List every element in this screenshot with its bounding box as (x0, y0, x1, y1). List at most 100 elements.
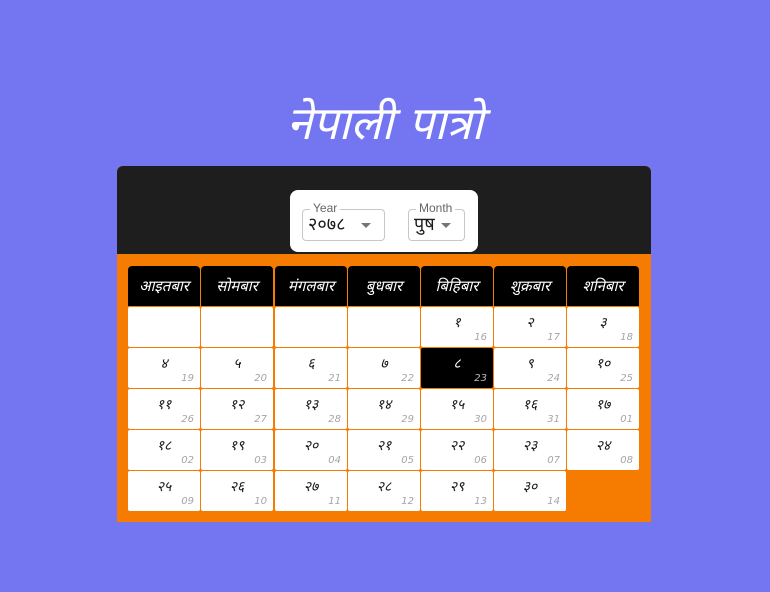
nepali-date: २४ (595, 438, 611, 454)
day-cell[interactable]: २४ 08 (567, 430, 639, 470)
day-cell[interactable]: १ 16 (421, 307, 493, 347)
english-date: 23 (474, 373, 487, 384)
nepali-date: ३ (599, 315, 607, 331)
day-cell[interactable]: १६ 31 (494, 389, 566, 429)
weekday-header: शुक्रबार (494, 266, 566, 306)
day-cell[interactable]: १८ 02 (128, 430, 200, 470)
english-date: 29 (401, 414, 414, 425)
day-cell[interactable]: २८ 12 (348, 471, 420, 511)
nepali-date: २५ (156, 479, 172, 495)
nepali-date: ११ (156, 397, 172, 413)
nepali-date: १ (453, 315, 461, 331)
day-cell[interactable]: २५ 09 (128, 471, 200, 511)
english-date: 20 (254, 373, 267, 384)
date-selector: Year २०७८ Month पुष (290, 190, 478, 252)
day-cell[interactable]: ९ 24 (494, 348, 566, 388)
english-date: 02 (181, 455, 194, 466)
day-cell[interactable]: ३० 14 (494, 471, 566, 511)
day-cell[interactable]: २ 17 (494, 307, 566, 347)
day-cell[interactable]: १५ 30 (421, 389, 493, 429)
nepali-date: १० (595, 356, 611, 372)
weekday-header: बिहिबार (421, 266, 493, 306)
day-cell[interactable]: १९ 03 (201, 430, 273, 470)
day-cell[interactable]: २२ 06 (421, 430, 493, 470)
empty-day-cell (348, 307, 420, 347)
english-date: 28 (328, 414, 341, 425)
weekday-header: मंगलबार (275, 266, 347, 306)
empty-day-cell (275, 307, 347, 347)
english-date: 05 (401, 455, 414, 466)
day-cell[interactable]: १२ 27 (201, 389, 273, 429)
english-date: 14 (547, 496, 560, 507)
nepali-date: १५ (449, 397, 465, 413)
month-select[interactable]: Month पुष (408, 201, 465, 241)
nepali-date: ४ (160, 356, 168, 372)
english-date: 04 (328, 455, 341, 466)
nepali-date: ६ (307, 356, 315, 372)
english-date: 30 (474, 414, 487, 425)
day-cell[interactable]: ३ 18 (567, 307, 639, 347)
english-date: 16 (474, 332, 487, 343)
chevron-down-icon (361, 223, 371, 228)
nepali-date: २९ (449, 479, 465, 495)
weekday-header: शनिबार (567, 266, 639, 306)
empty-day-cell (201, 307, 273, 347)
day-cell[interactable]: १७ 01 (567, 389, 639, 429)
nepali-date: १८ (156, 438, 172, 454)
day-cell[interactable]: ६ 21 (275, 348, 347, 388)
english-date: 01 (620, 414, 633, 425)
nepali-date: १९ (229, 438, 245, 454)
english-date: 19 (181, 373, 194, 384)
month-select-label: Month (416, 201, 456, 215)
weekday-header: सोमबार (201, 266, 273, 306)
day-cell[interactable]: २० 04 (275, 430, 347, 470)
day-cell[interactable]: २७ 11 (275, 471, 347, 511)
nepali-date: ५ (233, 356, 241, 372)
english-date: 31 (547, 414, 560, 425)
day-cell[interactable]: १३ 28 (275, 389, 347, 429)
nepali-date: २० (303, 438, 319, 454)
calendar-panel: Year २०७८ Month पुष आइतबार सोमबार मंगलबार ब… (117, 166, 651, 522)
page-title: नेपाली पात्रो (286, 96, 484, 150)
nepali-date: २७ (303, 479, 319, 495)
nepali-date: ८ (453, 356, 461, 372)
nepali-date: १३ (303, 397, 319, 413)
day-cell[interactable]: १० 25 (567, 348, 639, 388)
day-cell[interactable]: ४ 19 (128, 348, 200, 388)
month-select-value: पुष (414, 214, 435, 235)
nepali-date: १२ (229, 397, 245, 413)
english-date: 10 (254, 496, 267, 507)
day-cell[interactable]: ११ 26 (128, 389, 200, 429)
day-cell[interactable]: ७ 22 (348, 348, 420, 388)
day-cell[interactable]: २३ 07 (494, 430, 566, 470)
weekday-header: बुधबार (348, 266, 420, 306)
day-cell-today[interactable]: ८ 23 (421, 348, 493, 388)
empty-day-cell (128, 307, 200, 347)
english-date: 08 (620, 455, 633, 466)
day-cell[interactable]: १४ 29 (348, 389, 420, 429)
day-cell[interactable]: ५ 20 (201, 348, 273, 388)
english-date: 07 (547, 455, 560, 466)
day-cell[interactable]: २९ 13 (421, 471, 493, 511)
day-cell[interactable]: २६ 10 (201, 471, 273, 511)
nepali-date: १४ (376, 397, 392, 413)
year-select[interactable]: Year २०७८ (302, 201, 385, 241)
english-date: 17 (547, 332, 560, 343)
nepali-date: २८ (376, 479, 392, 495)
english-date: 27 (254, 414, 267, 425)
english-date: 12 (401, 496, 414, 507)
chevron-down-icon (441, 223, 451, 228)
english-date: 25 (620, 373, 633, 384)
english-date: 26 (181, 414, 194, 425)
english-date: 03 (254, 455, 267, 466)
year-select-label: Year (310, 201, 341, 215)
nepali-date: १७ (595, 397, 611, 413)
weekday-header: आइतबार (128, 266, 200, 306)
english-date: 09 (181, 496, 194, 507)
nepali-date: २६ (229, 479, 245, 495)
english-date: 24 (547, 373, 560, 384)
year-select-value: २०७८ (308, 214, 346, 235)
day-cell[interactable]: २१ 05 (348, 430, 420, 470)
nepali-date: २१ (376, 438, 392, 454)
nepali-date: ९ (526, 356, 534, 372)
